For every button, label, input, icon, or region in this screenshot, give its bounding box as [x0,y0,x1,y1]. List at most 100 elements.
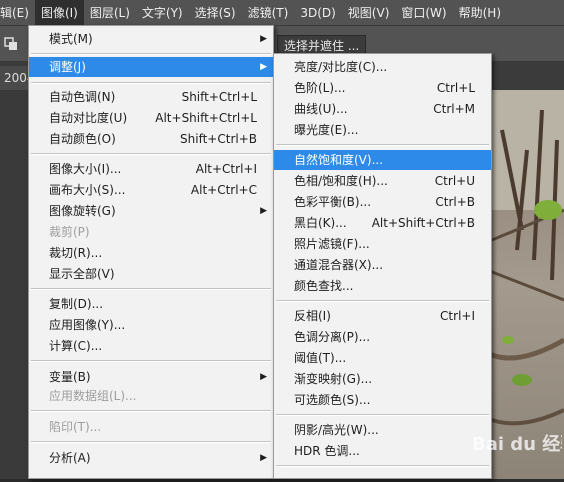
menu-item-apply-data-set: 应用数据组(L)... [29,386,273,406]
menu-item-curves[interactable]: 曲线(U)... Ctrl+M [274,99,491,119]
menu-item-label: 显示全部(V) [49,267,115,281]
menu-item-invert[interactable]: 反相(I) Ctrl+I [274,306,491,326]
menu-item-label: 渐变映射(G)... [294,372,373,386]
menu-item-label: 复制(D)... [49,297,104,311]
shortcut-text: Shift+Ctrl+L [181,90,257,104]
menu-item-label: 可选颜色(S)... [294,393,371,407]
menu-item-mode[interactable]: 模式(M) ▶ [29,29,273,49]
menu-item-posterize[interactable]: 色调分离(P)... [274,327,491,347]
menu-item-label: 自动对比度(U) [49,111,128,125]
menu-item-apply-image[interactable]: 应用图像(Y)... [29,315,273,335]
menu-item-label: 自动色调(N) [49,90,116,104]
menu-edit[interactable]: 辑(E) [0,0,35,26]
menu-item-reveal-all[interactable]: 显示全部(V) [29,264,273,284]
menu-item-shadows-highlights[interactable]: 阴影/高光(W)... [274,420,491,440]
menu-item-vibrance[interactable]: 自然饱和度(V)... [274,150,491,170]
baidu-watermark-logo: Bai du 经验 [472,433,562,455]
menu-item-adjust[interactable]: 调整(J) ▶ [29,57,273,77]
menu-item-label: 陷印(T)... [49,420,102,434]
menu-separator [31,288,271,290]
menu-item-channel-mixer[interactable]: 通道混合器(X)... [274,255,491,275]
menu-separator [31,153,271,155]
image-menu-dropdown: 模式(M) ▶ 调整(J) ▶ 自动色调(N) Shift+Ctrl+L 自动对… [28,25,274,479]
menu-item-label: 黑白(K)... [294,216,347,230]
shortcut-text: Alt+Shift+Ctrl+L [155,111,257,125]
menu-item-calculations[interactable]: 计算(C)... [29,336,273,356]
menu-separator [276,414,489,416]
menu-item-gradient-map[interactable]: 渐变映射(G)... [274,369,491,389]
shortcut-text: Ctrl+B [435,195,475,209]
shortcut-text: Ctrl+L [436,81,475,95]
menu-item-auto-contrast[interactable]: 自动对比度(U) Alt+Shift+Ctrl+L [29,108,273,128]
menu-separator [276,144,489,146]
menu-filter[interactable]: 滤镜(T) [242,0,295,26]
menu-separator [276,465,489,467]
tool-panel [0,90,28,479]
menu-item-selective-color[interactable]: 可选颜色(S)... [274,390,491,410]
menu-item-label: 调整(J) [49,60,86,74]
menu-item-label: 照片滤镜(F)... [294,237,370,251]
menu-item-label: 图像旋转(G) [49,204,116,218]
menu-item-image-size[interactable]: 图像大小(I)... Alt+Ctrl+I [29,159,273,179]
menu-help[interactable]: 帮助(H) [453,0,507,26]
menu-item-threshold[interactable]: 阈值(T)... [274,348,491,368]
menu-item-black-white[interactable]: 黑白(K)... Alt+Shift+Ctrl+B [274,213,491,233]
menu-item-levels[interactable]: 色阶(L)... Ctrl+L [274,78,491,98]
shortcut-text: Shift+Ctrl+B [180,132,257,146]
menu-window[interactable]: 窗口(W) [395,0,452,26]
menu-item-auto-color[interactable]: 自动颜色(O) Shift+Ctrl+B [29,129,273,149]
menu-item-trap: 陷印(T)... [29,417,273,437]
menu-item-label: 裁剪(P) [49,225,90,239]
menu-item-label: 阈值(T)... [294,351,347,365]
menu-item-auto-tone[interactable]: 自动色调(N) Shift+Ctrl+L [29,87,273,107]
menu-image[interactable]: 图像(I) [34,0,84,26]
menu-select[interactable]: 选择(S) [189,0,242,26]
menu-type[interactable]: 文字(Y) [136,0,189,26]
submenu-arrow-icon: ▶ [260,372,267,382]
menu-separator [276,300,489,302]
menu-separator [31,82,271,84]
menu-item-label: 自然饱和度(V)... [294,153,384,167]
menu-layer[interactable]: 图层(L) [84,0,136,26]
menu-item-color-balance[interactable]: 色彩平衡(B)... Ctrl+B [274,192,491,212]
menu-item-label: 自动颜色(O) [49,132,116,146]
menu-view[interactable]: 视图(V) [342,0,396,26]
menu-separator [31,53,271,55]
menu-item-photo-filter[interactable]: 照片滤镜(F)... [274,234,491,254]
adjustments-submenu: 亮度/对比度(C)... 色阶(L)... Ctrl+L 曲线(U)... Ct… [273,53,492,479]
menu-separator [31,360,271,362]
menu-item-hue-saturation[interactable]: 色相/饱和度(H)... Ctrl+U [274,171,491,191]
menu-item-canvas-size[interactable]: 画布大小(S)... Alt+Ctrl+C [29,180,273,200]
menu-item-color-lookup[interactable]: 颜色查找... [274,276,491,296]
selection-mode-icon[interactable] [4,37,18,51]
menu-item-exposure[interactable]: 曝光度(E)... [274,120,491,140]
menu-item-label: 变量(B) [49,370,91,384]
menu-bar: 辑(E) 图像(I) 图层(L) 文字(Y) 选择(S) 滤镜(T) 3D(D)… [0,0,564,26]
menu-item-label: 色调分离(P)... [294,330,371,344]
menu-item-label: 通道混合器(X)... [294,258,384,272]
menu-item-duplicate[interactable]: 复制(D)... [29,294,273,314]
menu-item-label: 裁切(R)... [49,246,103,260]
menu-item-image-rotation[interactable]: 图像旋转(G) ▶ [29,201,273,221]
menu-item-label: 曲线(U)... [294,102,348,116]
shortcut-text: Ctrl+M [433,102,475,116]
menu-item-label: 计算(C)... [49,339,103,353]
shortcut-text: Ctrl+I [440,309,475,323]
menu-item-label: 曝光度(E)... [294,123,359,137]
shortcut-text: Ctrl+U [434,174,475,188]
menu-item-brightness-contrast[interactable]: 亮度/对比度(C)... [274,57,491,77]
menu-item-trim[interactable]: 裁切(R)... [29,243,273,263]
submenu-arrow-icon: ▶ [260,206,267,216]
svg-text:Bai du 经验: Bai du 经验 [472,433,562,455]
menu-separator [31,410,271,412]
shortcut-text: Alt+Shift+Ctrl+B [371,216,475,230]
menu-3d[interactable]: 3D(D) [294,0,341,26]
submenu-arrow-icon: ▶ [260,453,267,463]
menu-item-hdr-toning[interactable]: HDR 色调... [274,441,491,461]
menu-item-label: 亮度/对比度(C)... [294,60,388,74]
menu-item-variables[interactable]: 变量(B) ▶ [29,367,273,387]
submenu-arrow-icon: ▶ [260,62,267,72]
menu-item-analysis[interactable]: 分析(A) ▶ [29,448,273,468]
menu-item-label: 画布大小(S)... [49,183,126,197]
menu-item-label: 应用图像(Y)... [49,318,126,332]
